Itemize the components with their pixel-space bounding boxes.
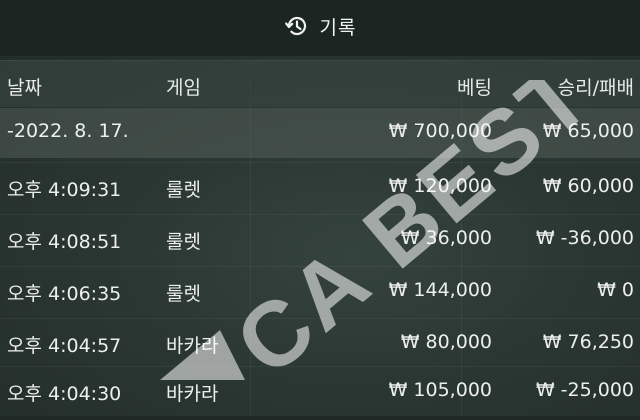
row-game: 룰렛 — [166, 179, 201, 201]
table-row[interactable]: 오후 4:08:51 룰렛 ₩ 36,000 ₩ -36,000 — [0, 214, 640, 265]
summary-result: ₩ 65,000 — [542, 120, 634, 142]
column-header-result[interactable]: 승리/패배 — [558, 73, 634, 100]
row-game: 바카라 — [166, 383, 219, 405]
row-bet: ₩ 120,000 — [388, 175, 492, 197]
row-game: 바카라 — [166, 335, 219, 357]
row-game: 룰렛 — [166, 231, 201, 253]
row-date: 오후 4:08:51 — [7, 231, 122, 253]
summary-bet: ₩ 700,000 — [388, 120, 492, 142]
table-row[interactable]: 오후 4:09:31 룰렛 ₩ 120,000 ₩ 60,000 — [0, 162, 640, 213]
table-row[interactable]: 오후 4:06:35 룰렛 ₩ 144,000 ₩ 0 — [0, 266, 640, 317]
table-row[interactable]: 오후 4:04:57 바카라 ₩ 80,000 ₩ 76,250 — [0, 318, 640, 369]
row-bet: ₩ 144,000 — [388, 279, 492, 301]
column-header-bet[interactable]: 베팅 — [457, 73, 492, 100]
row-game: 룰렛 — [166, 283, 201, 305]
page-title: 기록 — [319, 16, 357, 39]
summary-date: -2022. 8. 17. — [7, 120, 129, 142]
row-result: ₩ 76,250 — [542, 331, 634, 353]
row-date: 오후 4:04:30 — [7, 383, 122, 405]
row-date: 오후 4:06:35 — [7, 283, 122, 305]
row-result: ₩ -36,000 — [535, 227, 634, 249]
table-row[interactable]: 오후 4:04:30 바카라 ₩ 105,000 ₩ -25,000 — [0, 366, 640, 417]
row-result: ₩ 0 — [597, 279, 634, 301]
row-date: 오후 4:04:57 — [7, 335, 122, 357]
summary-row[interactable]: -2022. 8. 17. ₩ 700,000 ₩ 65,000 — [0, 108, 640, 158]
row-result: ₩ -25,000 — [535, 379, 634, 401]
row-date: 오후 4:09:31 — [7, 179, 122, 201]
history-header: 기록 — [0, 0, 640, 52]
column-header-date[interactable]: 날짜 — [7, 73, 42, 100]
row-bet: ₩ 105,000 — [388, 379, 492, 401]
row-bet: ₩ 36,000 — [400, 227, 492, 249]
row-result: ₩ 60,000 — [542, 175, 634, 197]
row-bet: ₩ 80,000 — [400, 331, 492, 353]
table-header: 날짜 게임 베팅 승리/패배 — [0, 60, 640, 107]
column-header-game[interactable]: 게임 — [166, 73, 201, 100]
history-icon — [284, 13, 310, 39]
